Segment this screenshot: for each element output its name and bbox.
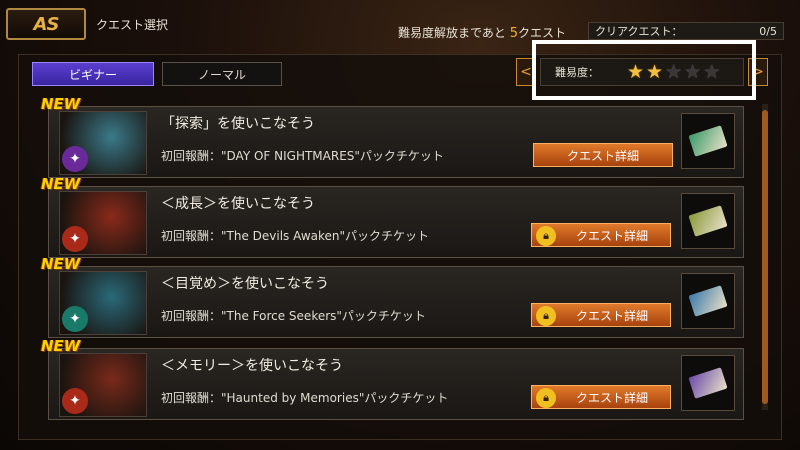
quest-title: ＜メモリー＞を使いこなそう [161, 358, 343, 374]
quest-detail-button[interactable]: 🔒︎ クエスト詳細 [531, 385, 671, 409]
quest-title: ＜目覚め＞を使いこなそう [161, 276, 329, 292]
tab-normal[interactable]: ノーマル [162, 62, 282, 86]
quest-detail-label: クエスト詳細 [575, 228, 648, 243]
quest-title: ＜成長＞を使いこなそう [161, 196, 315, 212]
game-logo: AS [33, 13, 60, 35]
quest-reward: 初回報酬："The Devils Awaken"パックチケット [161, 229, 430, 243]
quest-row[interactable]: ✦ NEW ＜目覚め＞を使いこなそう初回報酬："The Force Seekers"… [41, 255, 744, 338]
character-portrait: ✦ [59, 353, 147, 417]
new-badge: NEW [41, 255, 81, 273]
quest-reward: 初回報酬："Haunted by Memories"パックチケット [161, 391, 449, 405]
quest-detail-label: クエスト詳細 [575, 308, 648, 323]
pack-ticket-icon [681, 193, 735, 249]
lock-icon: 🔒︎ [536, 388, 556, 408]
clear-quest-counter: クリアクエスト： 0/5 [588, 22, 784, 40]
character-portrait: ✦ [59, 191, 147, 255]
quest-row[interactable]: ✦ NEW ＜成長＞を使いこなそう初回報酬："The Devils Awaken"パ… [41, 175, 744, 258]
quest-detail-button[interactable]: クエスト詳細 [533, 143, 673, 167]
unlock-count: 5 [509, 26, 518, 41]
lock-icon: 🔒︎ [536, 226, 556, 246]
spider-emblem-icon: ✦ [62, 146, 88, 172]
quest-detail-button[interactable]: 🔒︎ クエスト詳細 [531, 223, 671, 247]
quest-detail-label: クエスト詳細 [566, 148, 639, 163]
quest-reward: 初回報酬："The Force Seekers"パックチケット [161, 309, 426, 323]
tab-beginner[interactable]: ビギナー [32, 62, 154, 86]
new-badge: NEW [41, 337, 81, 355]
quest-reward: 初回報酬："DAY OF NIGHTMARES"パックチケット [161, 149, 444, 163]
new-badge: NEW [41, 175, 81, 193]
leaf-emblem-icon: ✦ [62, 306, 88, 332]
flame-emblem-icon: ✦ [62, 226, 88, 252]
quest-detail-label: クエスト詳細 [575, 390, 648, 405]
screen-title: クエスト選択 [96, 18, 169, 32]
quest-title: 「探索」を使いこなそう [161, 116, 315, 132]
character-portrait: ✦ [59, 111, 147, 175]
new-badge: NEW [41, 95, 81, 113]
flame-emblem-icon: ✦ [62, 388, 88, 414]
scrollbar-thumb[interactable] [762, 110, 768, 404]
chevron-left-icon: < [520, 64, 532, 80]
clear-quest-label: クリアクエスト： [595, 25, 683, 38]
tutorial-highlight-frame [532, 40, 756, 100]
unlock-prefix: 難易度解放まであと [398, 26, 506, 40]
quest-row[interactable]: ✦ NEW ＜メモリー＞を使いこなそう初回報酬："Haunted by Memori… [41, 337, 744, 420]
clear-quest-value: 0/5 [759, 24, 777, 38]
pack-ticket-icon [681, 273, 735, 329]
quest-detail-button[interactable]: 🔒︎ クエスト詳細 [531, 303, 671, 327]
unlock-suffix: クエスト [518, 26, 567, 40]
lock-icon: 🔒︎ [536, 306, 556, 326]
pack-ticket-icon [681, 113, 735, 169]
quest-row[interactable]: ✦ NEW 「探索」を使いこなそう初回報酬："DAY OF NIGHTMARES"パ… [41, 95, 744, 178]
back-button[interactable]: AS [6, 8, 86, 40]
unlock-progress-text: 難易度解放まであと 5クエスト [398, 24, 566, 41]
pack-ticket-icon [681, 355, 735, 411]
character-portrait: ✦ [59, 271, 147, 335]
